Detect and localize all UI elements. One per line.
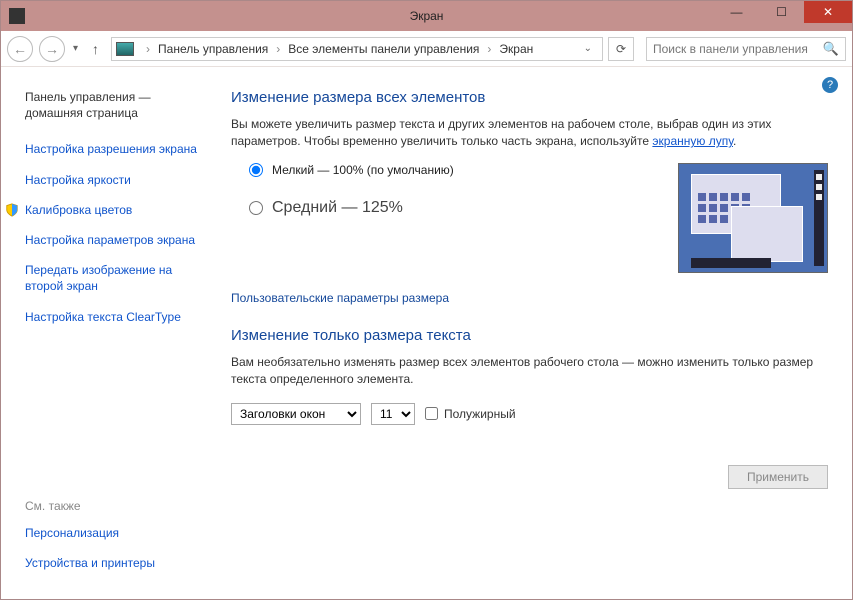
sidebar: Панель управления — домашняя страница На… xyxy=(1,67,221,599)
radio-small[interactable] xyxy=(249,163,263,177)
radio-small-row[interactable]: Мелкий — 100% (по умолчанию) xyxy=(249,163,454,177)
navbar: ← → ▾ ↑ › Панель управления › Все элемен… xyxy=(1,31,852,67)
back-button[interactable]: ← xyxy=(7,36,33,62)
minimize-button[interactable]: — xyxy=(714,1,759,23)
main-content: Изменение размера всех элементов Вы може… xyxy=(221,67,852,599)
intro-text: Вы можете увеличить размер текста и друг… xyxy=(231,116,828,151)
breadcrumb-item[interactable]: Все элементы панели управления xyxy=(288,42,479,56)
magnifier-link[interactable]: экранную лупу xyxy=(652,134,733,148)
search-box[interactable]: 🔍 xyxy=(646,37,846,61)
bold-checkbox[interactable] xyxy=(425,407,438,420)
sidebar-link-resolution[interactable]: Настройка разрешения экрана xyxy=(25,141,207,157)
search-input[interactable] xyxy=(653,42,823,56)
breadcrumb-item[interactable]: Экран xyxy=(499,42,533,56)
radio-medium-label: Средний — 125% xyxy=(272,199,403,217)
apply-button[interactable]: Применить xyxy=(728,465,828,489)
heading-resize-all: Изменение размера всех элементов xyxy=(231,89,828,106)
heading-text-only: Изменение только размера текста xyxy=(231,327,828,344)
custom-size-link[interactable]: Пользовательские параметры размера xyxy=(231,291,449,305)
breadcrumb-item[interactable]: Панель управления xyxy=(158,42,268,56)
search-icon[interactable]: 🔍 xyxy=(823,41,839,57)
sidebar-link-color-calibration[interactable]: Калибровка цветов xyxy=(25,202,207,218)
control-panel-icon xyxy=(116,42,134,56)
radio-small-label: Мелкий — 100% (по умолчанию) xyxy=(272,163,454,177)
radio-medium[interactable] xyxy=(249,201,263,215)
sidebar-link-brightness[interactable]: Настройка яркости xyxy=(25,172,207,188)
app-icon xyxy=(9,8,25,24)
close-button[interactable]: ✕ xyxy=(804,1,852,23)
forward-button[interactable]: → xyxy=(39,36,65,62)
control-panel-home-link[interactable]: Панель управления — домашняя страница xyxy=(25,89,207,121)
radio-medium-row[interactable]: Средний — 125% xyxy=(249,199,454,217)
see-also-label: См. также xyxy=(25,499,207,513)
see-also-devices[interactable]: Устройства и принтеры xyxy=(25,555,207,571)
shield-icon xyxy=(5,203,19,217)
display-preview-image xyxy=(678,163,828,273)
refresh-button[interactable]: ⟳ xyxy=(608,37,634,61)
font-size-select[interactable]: 11 xyxy=(371,403,415,425)
bold-checkbox-row[interactable]: Полужирный xyxy=(425,407,516,421)
bold-label: Полужирный xyxy=(444,407,516,421)
chevron-right-icon: › xyxy=(270,42,286,56)
chevron-right-icon: › xyxy=(481,42,497,56)
sidebar-link-project[interactable]: Передать изображение на второй экран xyxy=(25,262,207,294)
history-dropdown-icon[interactable]: ▾ xyxy=(71,43,80,54)
text-only-description: Вам необязательно изменять размер всех э… xyxy=(231,354,828,389)
maximize-button[interactable]: ☐ xyxy=(759,1,804,23)
sidebar-link-display-settings[interactable]: Настройка параметров экрана xyxy=(25,232,207,248)
element-select[interactable]: Заголовки окон xyxy=(231,403,361,425)
sidebar-link-cleartype[interactable]: Настройка текста ClearType xyxy=(25,309,207,325)
address-dropdown-icon[interactable]: ⌄ xyxy=(578,43,598,54)
titlebar: Экран — ☐ ✕ xyxy=(1,1,852,31)
chevron-right-icon: › xyxy=(140,42,156,56)
address-bar[interactable]: › Панель управления › Все элементы панел… xyxy=(111,37,603,61)
see-also-personalization[interactable]: Персонализация xyxy=(25,525,207,541)
up-button[interactable]: ↑ xyxy=(86,41,105,57)
